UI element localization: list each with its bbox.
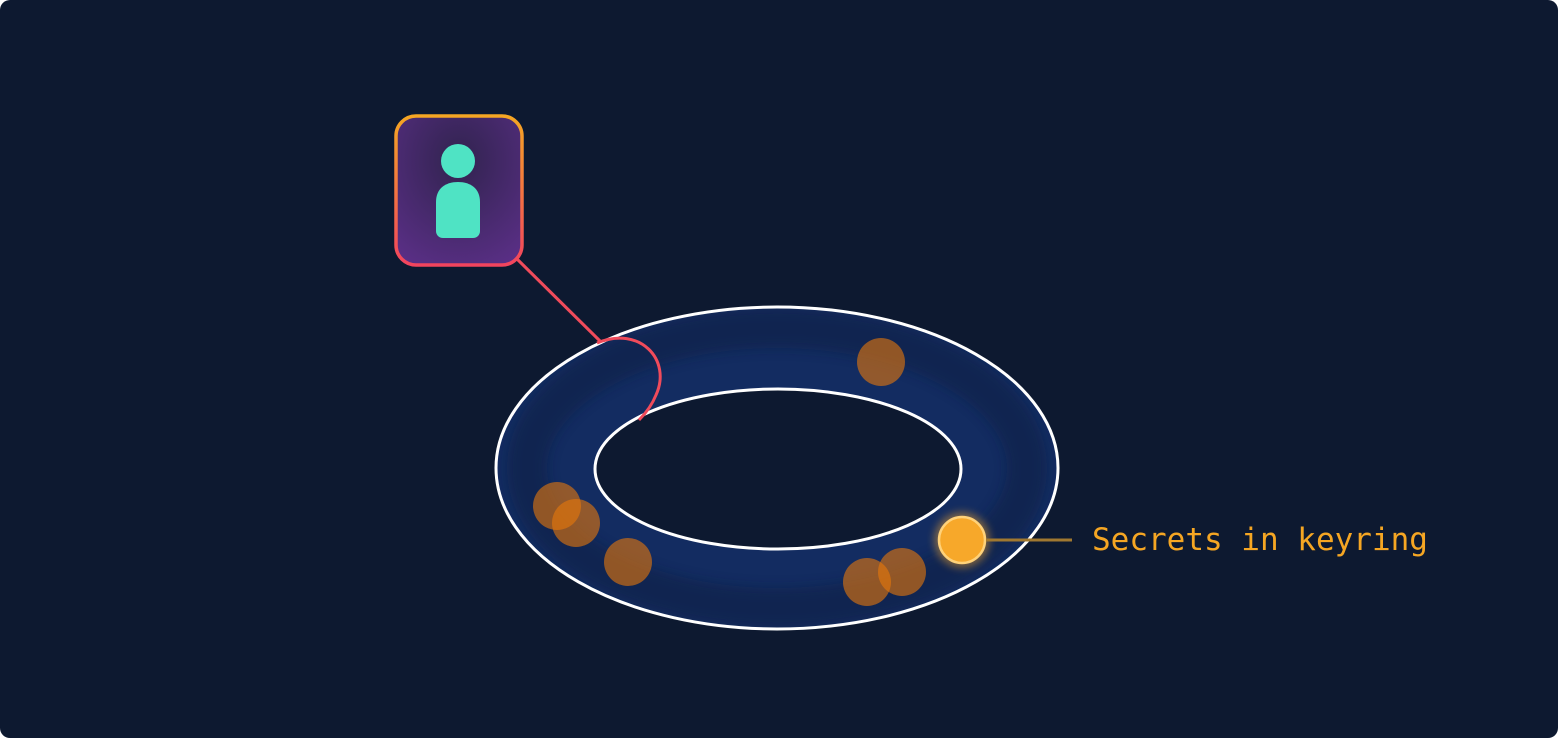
keyring-diagram: Secrets in keyring: [394, 114, 1428, 640]
keyring-inner-edge: [593, 387, 963, 551]
highlighted-secret: [937, 515, 987, 565]
person-icon: [436, 144, 480, 238]
user-node: [394, 114, 524, 267]
keyring-label: Secrets in keyring: [1092, 522, 1428, 558]
diagram-canvas: Secrets in keyring: [0, 0, 1558, 738]
keyring: [490, 300, 1065, 640]
secret-dot: [857, 338, 905, 386]
secret-dot: [843, 558, 891, 606]
secret-dot: [604, 538, 652, 586]
secret-dot: [552, 499, 600, 547]
